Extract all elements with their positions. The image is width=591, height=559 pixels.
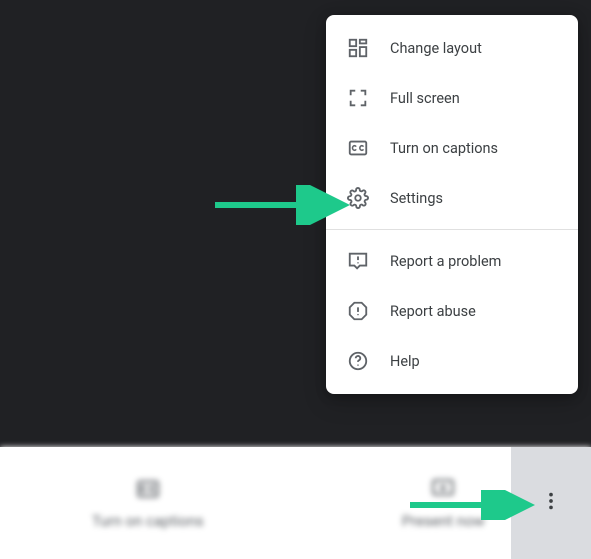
layout-icon	[346, 36, 370, 60]
more-options-menu: Change layout Full screen Turn on captio…	[326, 15, 578, 394]
menu-item-report-abuse[interactable]: Report abuse	[326, 286, 578, 336]
help-icon	[346, 349, 370, 373]
captions-icon	[346, 136, 370, 160]
captions-button-label: Turn on captions	[92, 512, 204, 530]
menu-item-change-layout[interactable]: Change layout	[326, 23, 578, 73]
menu-item-settings[interactable]: Settings	[326, 173, 578, 223]
captions-button[interactable]: Turn on captions	[0, 447, 296, 559]
menu-item-label: Help	[390, 353, 420, 370]
menu-divider	[326, 229, 578, 230]
fullscreen-icon	[346, 86, 370, 110]
menu-item-label: Turn on captions	[390, 140, 498, 157]
present-button-label: Present now	[402, 512, 485, 530]
menu-item-full-screen[interactable]: Full screen	[326, 73, 578, 123]
bottom-bar: Turn on captions Present now	[0, 447, 591, 559]
feedback-icon	[346, 249, 370, 273]
more-options-button[interactable]	[511, 447, 591, 559]
captions-icon	[135, 476, 161, 506]
menu-item-label: Settings	[390, 190, 443, 207]
menu-item-label: Report abuse	[390, 303, 476, 320]
menu-item-label: Change layout	[390, 40, 482, 57]
present-icon	[430, 476, 456, 506]
menu-item-label: Full screen	[390, 90, 460, 107]
gear-icon	[346, 186, 370, 210]
menu-item-label: Report a problem	[390, 253, 501, 270]
report-icon	[346, 299, 370, 323]
more-vert-icon	[540, 490, 562, 516]
menu-item-turn-on-captions[interactable]: Turn on captions	[326, 123, 578, 173]
menu-item-report-problem[interactable]: Report a problem	[326, 236, 578, 286]
menu-item-help[interactable]: Help	[326, 336, 578, 386]
